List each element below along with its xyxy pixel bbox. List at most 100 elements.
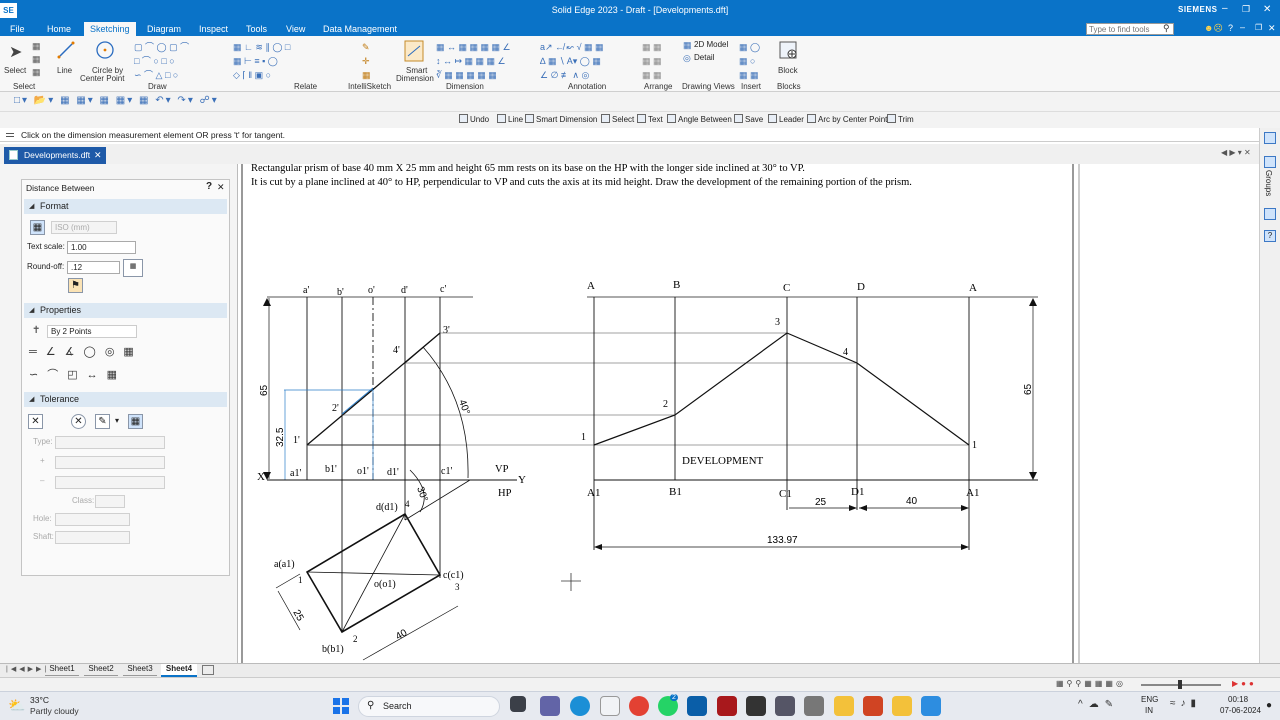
cmd-undo[interactable]: Undo bbox=[459, 114, 489, 124]
drawing-canvas[interactable]: Rectangular prism of base 40 mm X 25 mm … bbox=[238, 164, 1259, 663]
sheet-tab-4[interactable]: Sheet4 bbox=[161, 664, 197, 677]
view-control-icons[interactable]: ▦⚲⚲▦▦▦◎ bbox=[1056, 679, 1126, 688]
model-2d-button[interactable]: 2D Model bbox=[694, 40, 728, 49]
annotation-small-icons[interactable]: a↗ ↚ ↜ √ ▦ ▦ ∆ ▦ ∖ A▾ ◯ ▦ ∠ ∅ ≢ ∧ ◎ bbox=[540, 40, 636, 82]
by-points-icon[interactable]: ✝ bbox=[32, 325, 40, 336]
weather-desc[interactable]: Partly cloudy bbox=[30, 706, 79, 716]
file-menu[interactable]: File bbox=[10, 24, 25, 34]
pathfinder-icon[interactable] bbox=[1264, 132, 1276, 144]
select-small-icons[interactable]: ▦ ▦ ▦ bbox=[32, 40, 42, 79]
by-points-select[interactable]: By 2 Points bbox=[47, 325, 137, 338]
notifications-icon[interactable]: ● bbox=[1266, 700, 1272, 711]
tolerance-circle-icon[interactable]: ✕ bbox=[71, 414, 86, 429]
weather-temp[interactable]: 33°C bbox=[30, 695, 49, 705]
app-icon-dark[interactable] bbox=[746, 696, 766, 716]
precision-icon[interactable]: ▦ bbox=[123, 259, 143, 277]
document-tab-close-icon[interactable]: ✕ bbox=[94, 147, 102, 163]
record-icons[interactable]: ▶●● bbox=[1232, 679, 1257, 688]
app-icon-gray[interactable] bbox=[804, 696, 824, 716]
tab-nav-icons[interactable]: ◀ ▶ ▾ ✕ bbox=[1221, 148, 1251, 157]
help-icon[interactable]: ? bbox=[1228, 23, 1233, 33]
tolerance-edit-icon[interactable]: ✎ bbox=[95, 414, 110, 429]
cmd-select[interactable]: Select bbox=[601, 114, 634, 124]
feedback-icons[interactable]: ☻☹ bbox=[1204, 23, 1223, 34]
cmd-angle-between[interactable]: Angle Between bbox=[667, 114, 732, 124]
tolerance-dropdown-icon[interactable]: ▾ bbox=[115, 416, 119, 425]
app-icon-wb[interactable] bbox=[775, 696, 795, 716]
help-side-icon[interactable]: ? bbox=[1264, 230, 1276, 242]
intellisketch-icons[interactable]: ✎ ✛ ▦ bbox=[362, 40, 376, 82]
doc-close-icon[interactable]: ✕ bbox=[1268, 23, 1276, 34]
minus-tolerance-field[interactable] bbox=[55, 476, 165, 489]
zoom-slider-thumb[interactable] bbox=[1178, 680, 1182, 689]
panel-help-icon[interactable]: ? bbox=[206, 181, 212, 192]
doc-restore-icon[interactable]: ❐ bbox=[1255, 23, 1262, 32]
file-explorer-icon[interactable] bbox=[834, 696, 854, 716]
media-icon[interactable] bbox=[600, 696, 620, 716]
windows-start-icon[interactable] bbox=[333, 698, 349, 714]
search-icon[interactable]: ⚲ bbox=[1163, 23, 1170, 34]
cmd-smart-dimension[interactable]: Smart Dimension bbox=[525, 114, 597, 124]
select-tool-icon[interactable]: ➤ bbox=[9, 42, 22, 62]
restore-button[interactable]: ❐ bbox=[1242, 4, 1250, 15]
folder-icon[interactable] bbox=[892, 696, 912, 716]
cmd-text[interactable]: Text bbox=[637, 114, 663, 124]
line-label[interactable]: Line bbox=[57, 66, 72, 75]
type-select[interactable] bbox=[55, 436, 165, 449]
model-2d-icon[interactable]: ▦ bbox=[683, 40, 692, 51]
plus-tolerance-field[interactable] bbox=[55, 456, 165, 469]
sheet-tab-1[interactable]: Sheet1 bbox=[45, 664, 79, 676]
insert-small-icons[interactable]: ▦ ◯ ▦ ○ ▦ ▦ bbox=[739, 40, 765, 82]
block-icon[interactable] bbox=[778, 40, 798, 60]
properties-section-header[interactable]: Properties bbox=[24, 303, 227, 318]
tray-icons[interactable]: ^☁✎ bbox=[1078, 699, 1119, 710]
tolerance-section-header[interactable]: Tolerance bbox=[24, 392, 227, 407]
clock-time[interactable]: 00:18 bbox=[1228, 695, 1248, 704]
class-field[interactable] bbox=[95, 495, 125, 508]
style-icon[interactable]: ▦ bbox=[30, 220, 45, 235]
circle-icon[interactable] bbox=[95, 40, 115, 60]
cmd-leader[interactable]: Leader bbox=[768, 114, 804, 124]
block-label[interactable]: Block bbox=[778, 66, 798, 75]
command-finder-input[interactable] bbox=[1086, 23, 1174, 35]
format-section-header[interactable]: Format bbox=[24, 199, 227, 214]
meet-icon[interactable] bbox=[540, 696, 560, 716]
no-tolerance-icon[interactable]: ✕ bbox=[28, 414, 43, 429]
language-in[interactable]: IN bbox=[1145, 706, 1153, 715]
hole-select[interactable] bbox=[55, 513, 130, 526]
cmd-arc[interactable]: Arc by Center Point bbox=[807, 114, 887, 124]
text-scale-select[interactable]: 1.00 bbox=[67, 241, 136, 254]
library-icon[interactable] bbox=[1264, 208, 1276, 220]
qat-icons[interactable]: □▾ 📂▾ ▦ ▦▾ ▦ ▦▾ ▦ ↶▾ ↷▾ ☍▾ bbox=[14, 95, 219, 106]
app-icon-red[interactable] bbox=[717, 696, 737, 716]
lock-icon[interactable]: ⚑ bbox=[68, 278, 83, 293]
groups-tab[interactable]: Groups bbox=[1264, 170, 1273, 196]
tab-view[interactable]: View bbox=[286, 24, 305, 34]
sheet-nav-icons[interactable]: |◀◀▶▶| bbox=[6, 665, 49, 673]
document-tab[interactable]: Developments.dft ✕ bbox=[4, 147, 106, 164]
solid-edge-taskbar-icon[interactable] bbox=[687, 696, 707, 716]
draw-small-icons[interactable]: ▢ ⌒ ◯ ▢ ⌒ □ ⌒ ○ □ ○ ∽ ⌒ △ □ ○ bbox=[134, 40, 224, 82]
sheet-tab-2[interactable]: Sheet2 bbox=[84, 664, 118, 676]
dimension-small-icons[interactable]: ▦ ↔ ▦ ▦ ▦ ▦ ∠ ↕ ↔ ↦ ▦ ▦ ▦ ∠ ∛ ▦ ▦ ▦ ▦ ▦ bbox=[436, 40, 532, 82]
taskbar-search-box[interactable]: ⚲ Search bbox=[358, 696, 500, 717]
edge-icon[interactable] bbox=[570, 696, 590, 716]
weather-icon[interactable]: ⛅ bbox=[8, 697, 25, 714]
roundoff-select[interactable]: .12 bbox=[67, 261, 120, 274]
tab-inspect[interactable]: Inspect bbox=[199, 24, 228, 34]
top-view[interactable] bbox=[275, 512, 459, 661]
arrange-small-icons[interactable]: ▦ ▦ ▦ ▦ ▦ ▦ bbox=[642, 40, 672, 82]
minimize-button[interactable]: – bbox=[1222, 3, 1228, 14]
smart-dimension-label-2[interactable]: Dimension bbox=[396, 74, 434, 83]
sheet-tab-3[interactable]: Sheet3 bbox=[123, 664, 157, 676]
detail-button[interactable]: Detail bbox=[694, 53, 714, 62]
doc-min-icon[interactable]: – bbox=[1240, 22, 1245, 32]
tab-home[interactable]: Home bbox=[47, 24, 71, 34]
circle-label-2[interactable]: Center Point bbox=[80, 74, 124, 83]
drawing-sheet[interactable]: Rectangular prism of base 40 mm X 25 mm … bbox=[238, 164, 1259, 663]
language-eng[interactable]: ENG bbox=[1141, 695, 1158, 704]
chrome-icon[interactable] bbox=[629, 696, 649, 716]
clock-date[interactable]: 07-06-2024 bbox=[1220, 706, 1261, 715]
layers-icon[interactable] bbox=[1264, 156, 1276, 168]
tolerance-table-icon[interactable]: ▦ bbox=[128, 414, 143, 429]
